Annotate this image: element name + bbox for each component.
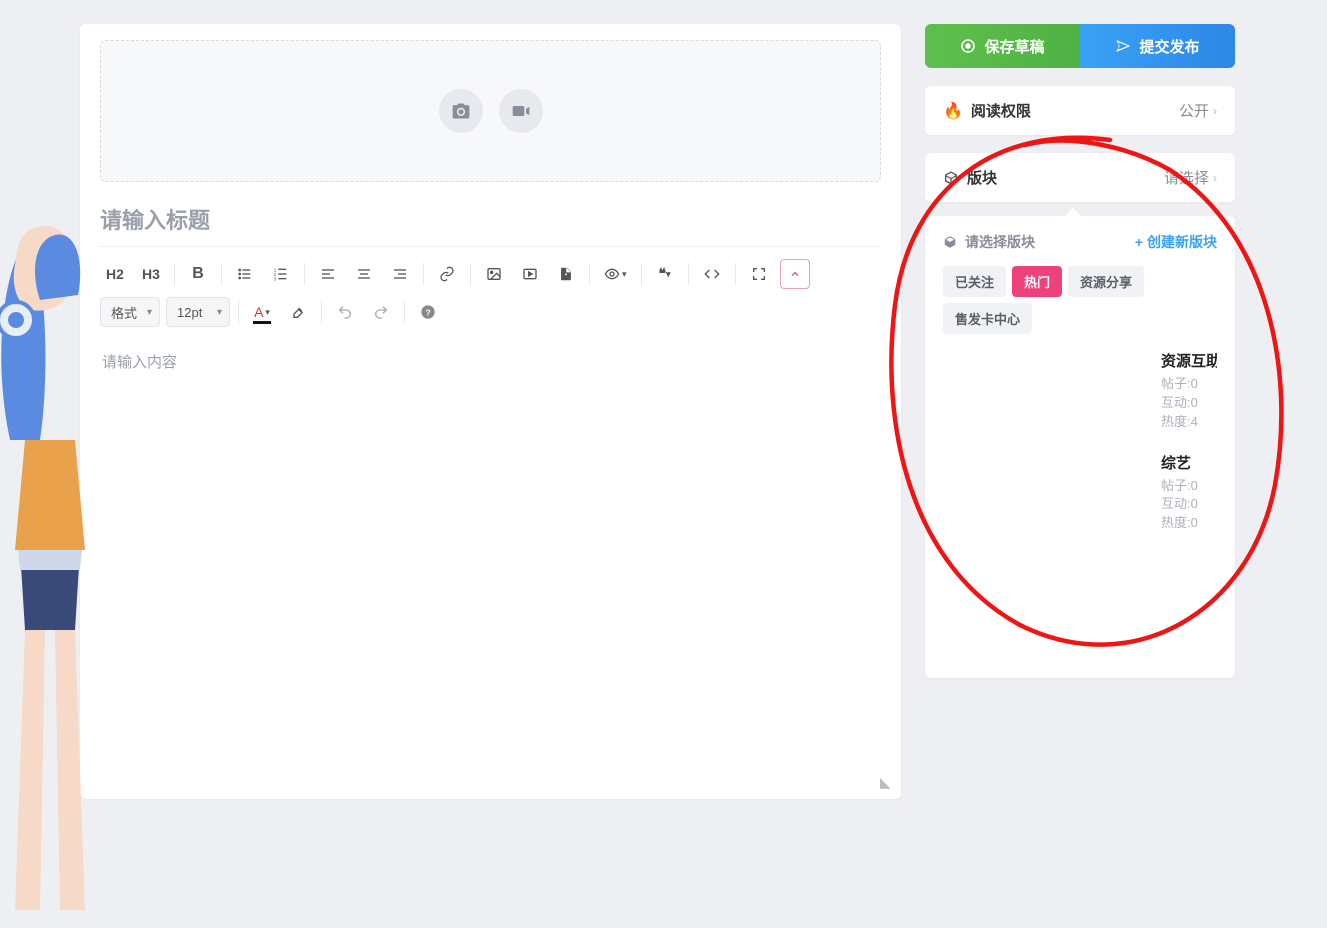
forum-label: 版块 bbox=[967, 167, 997, 188]
forum-select-row[interactable]: 版块 请选择 › bbox=[925, 153, 1235, 202]
media-upload-zone bbox=[100, 40, 881, 182]
svg-text:3: 3 bbox=[274, 277, 277, 282]
forum-item-meta: 帖子:0 互动:0 热度:4 bbox=[1161, 375, 1217, 432]
title-input[interactable] bbox=[100, 204, 881, 246]
forum-tabs: 已关注 热门 资源分享 售发卡中心 bbox=[943, 266, 1217, 334]
undo-button[interactable] bbox=[330, 297, 360, 327]
add-photo-button[interactable] bbox=[439, 89, 483, 133]
insert-file-button[interactable] bbox=[551, 259, 581, 289]
tab-card-center[interactable]: 售发卡中心 bbox=[943, 303, 1032, 334]
blockquote-button[interactable]: ❝ ▾ bbox=[650, 259, 680, 289]
post-editor-card: H2 H3 B 123 bbox=[80, 24, 901, 799]
align-center-button[interactable] bbox=[349, 259, 379, 289]
cube-icon bbox=[943, 235, 957, 249]
save-icon bbox=[960, 38, 976, 54]
code-button[interactable] bbox=[697, 259, 727, 289]
collapse-toolbar-button[interactable] bbox=[780, 259, 810, 289]
chevron-right-icon: › bbox=[1213, 171, 1217, 185]
visibility-button[interactable]: ▾ bbox=[598, 259, 633, 289]
read-perm-label: 阅读权限 bbox=[971, 100, 1031, 121]
action-buttons: 保存草稿 提交发布 bbox=[925, 24, 1235, 68]
fire-icon: 🔥 bbox=[943, 101, 963, 121]
forum-item-meta: 帖子:0 互动:0 热度:0 bbox=[1161, 477, 1217, 534]
panel-title: 请选择版块 bbox=[965, 232, 1035, 252]
text-color-button[interactable]: A▾ bbox=[247, 297, 277, 327]
align-left-button[interactable] bbox=[313, 259, 343, 289]
fullscreen-button[interactable] bbox=[744, 259, 774, 289]
clear-format-button[interactable] bbox=[283, 297, 313, 327]
content-editor[interactable]: 请输入内容 bbox=[100, 331, 881, 771]
chevron-right-icon: › bbox=[1213, 104, 1217, 118]
svg-text:?: ? bbox=[425, 307, 430, 317]
camera-icon bbox=[451, 101, 471, 121]
insert-embed-button[interactable] bbox=[515, 259, 545, 289]
add-video-button[interactable] bbox=[499, 89, 543, 133]
forum-list[interactable]: 资源互助 帖子:0 互动:0 热度:4 综艺 帖子:0 互动:0 bbox=[943, 344, 1217, 664]
plus-icon: + bbox=[1135, 234, 1143, 250]
forum-item-name: 综艺 bbox=[1161, 452, 1217, 473]
heading3-button[interactable]: H3 bbox=[136, 259, 166, 289]
forum-item-name: 资源互助 bbox=[1161, 350, 1217, 371]
heading2-button[interactable]: H2 bbox=[100, 259, 130, 289]
content-placeholder-text: 请输入内容 bbox=[102, 354, 177, 371]
help-button[interactable]: ? bbox=[413, 297, 443, 327]
read-perm-value: 公开 bbox=[1179, 100, 1209, 121]
save-draft-button[interactable]: 保存草稿 bbox=[925, 24, 1080, 68]
forum-item[interactable]: 综艺 帖子:0 互动:0 热度:0 bbox=[1161, 446, 1217, 548]
send-icon bbox=[1115, 38, 1131, 54]
insert-image-button[interactable] bbox=[479, 259, 509, 289]
publish-button[interactable]: 提交发布 bbox=[1080, 24, 1235, 68]
create-forum-button[interactable]: + 创建新版块 bbox=[1135, 232, 1217, 252]
forum-item[interactable]: 资源互助 帖子:0 互动:0 热度:4 bbox=[1161, 344, 1217, 446]
read-permission-row[interactable]: 🔥 阅读权限 公开 › bbox=[925, 86, 1235, 135]
editor-toolbar: H2 H3 B 123 bbox=[100, 246, 881, 331]
ordered-list-button[interactable]: 123 bbox=[266, 259, 296, 289]
format-select[interactable]: 格式 bbox=[100, 297, 160, 327]
tab-followed[interactable]: 已关注 bbox=[943, 266, 1006, 297]
forum-value: 请选择 bbox=[1164, 167, 1209, 188]
cube-icon bbox=[943, 170, 959, 186]
redo-button[interactable] bbox=[366, 297, 396, 327]
bold-button[interactable]: B bbox=[183, 259, 213, 289]
tab-hot[interactable]: 热门 bbox=[1012, 266, 1062, 297]
bullet-list-button[interactable] bbox=[230, 259, 260, 289]
video-icon bbox=[511, 101, 531, 121]
tab-resources[interactable]: 资源分享 bbox=[1068, 266, 1144, 297]
link-button[interactable] bbox=[432, 259, 462, 289]
forum-picker-panel: 请选择版块 + 创建新版块 已关注 热门 资源分享 售发卡中心 bbox=[925, 216, 1235, 678]
fontsize-select[interactable]: 12pt bbox=[166, 297, 230, 327]
align-right-button[interactable] bbox=[385, 259, 415, 289]
resize-grip-icon[interactable]: ◢ bbox=[880, 774, 891, 791]
